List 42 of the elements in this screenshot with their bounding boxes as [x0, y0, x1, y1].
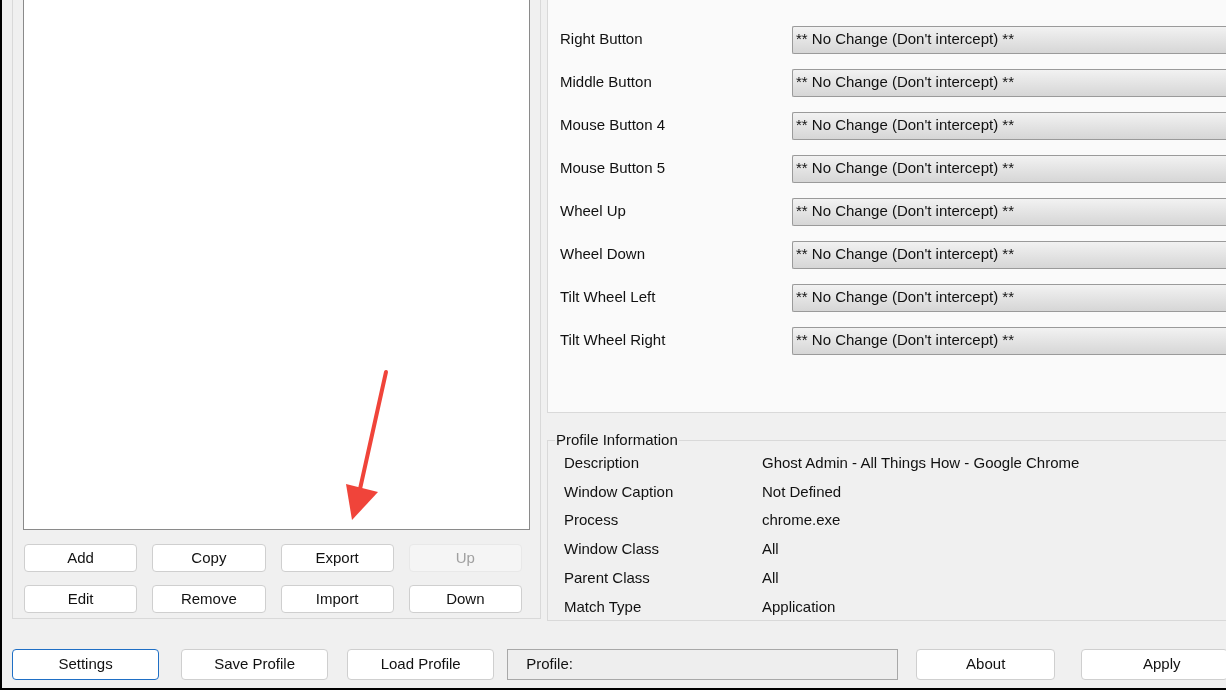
info-label: Window Class: [564, 539, 661, 560]
info-value: All: [762, 539, 779, 560]
row-label: Tilt Wheel Right: [560, 330, 667, 351]
row-label: Tilt Wheel Left: [560, 287, 657, 308]
row-label: Mouse Button 5: [560, 158, 667, 179]
toolbar-button[interactable]: Apply: [1081, 648, 1226, 680]
profile-list[interactable]: [23, 0, 530, 530]
list-button[interactable]: Export: [280, 544, 394, 572]
row-label: Right Button: [560, 29, 644, 50]
info-value: Ghost Admin - All Things How - Google Chrome: [762, 453, 1080, 474]
row-label: Middle Button: [560, 72, 653, 93]
info-value: chrome.exe: [762, 510, 841, 531]
info-label: Parent Class: [564, 567, 651, 588]
toolbar-button[interactable]: About: [916, 648, 1055, 680]
info-value: All: [762, 567, 779, 588]
mapping-dropdown[interactable]: ** No Change (Don't intercept) **: [792, 111, 1226, 140]
info-value: Application: [762, 596, 836, 617]
list-button[interactable]: Remove: [152, 585, 266, 613]
toolbar-button[interactable]: Load Profile: [347, 648, 495, 680]
info-label: Description: [564, 453, 641, 474]
row-label: Mouse Button 4: [560, 115, 667, 136]
mapping-dropdown[interactable]: ** No Change (Don't intercept) **: [792, 154, 1226, 183]
info-label: Process: [564, 510, 620, 531]
list-button[interactable]: Import: [280, 585, 394, 613]
mapping-dropdown[interactable]: ** No Change (Don't intercept) **: [792, 283, 1226, 312]
mapping-dropdown[interactable]: ** No Change (Don't intercept) **: [792, 68, 1226, 97]
profile-field: Profile:: [507, 648, 899, 680]
info-value: Not Defined: [762, 481, 842, 502]
mapping-dropdown[interactable]: ** No Change (Don't intercept) **: [792, 326, 1226, 355]
info-label: Window Caption: [564, 481, 675, 502]
list-button[interactable]: Down: [408, 585, 522, 613]
mapping-dropdown[interactable]: ** No Change (Don't intercept) **: [792, 197, 1226, 226]
info-label: Match Type: [564, 596, 643, 617]
list-button[interactable]: Copy: [152, 544, 266, 572]
toolbar-button[interactable]: Settings: [12, 648, 160, 680]
mapping-dropdown[interactable]: ** No Change (Don't intercept) **: [792, 25, 1226, 54]
toolbar-button[interactable]: Save Profile: [181, 648, 329, 680]
row-label: Wheel Down: [560, 244, 647, 265]
mapping-dropdown[interactable]: ** No Change (Don't intercept) **: [792, 240, 1226, 269]
list-button[interactable]: Edit: [24, 585, 138, 613]
list-button[interactable]: Add: [24, 544, 138, 572]
row-label: Wheel Up: [560, 201, 627, 222]
